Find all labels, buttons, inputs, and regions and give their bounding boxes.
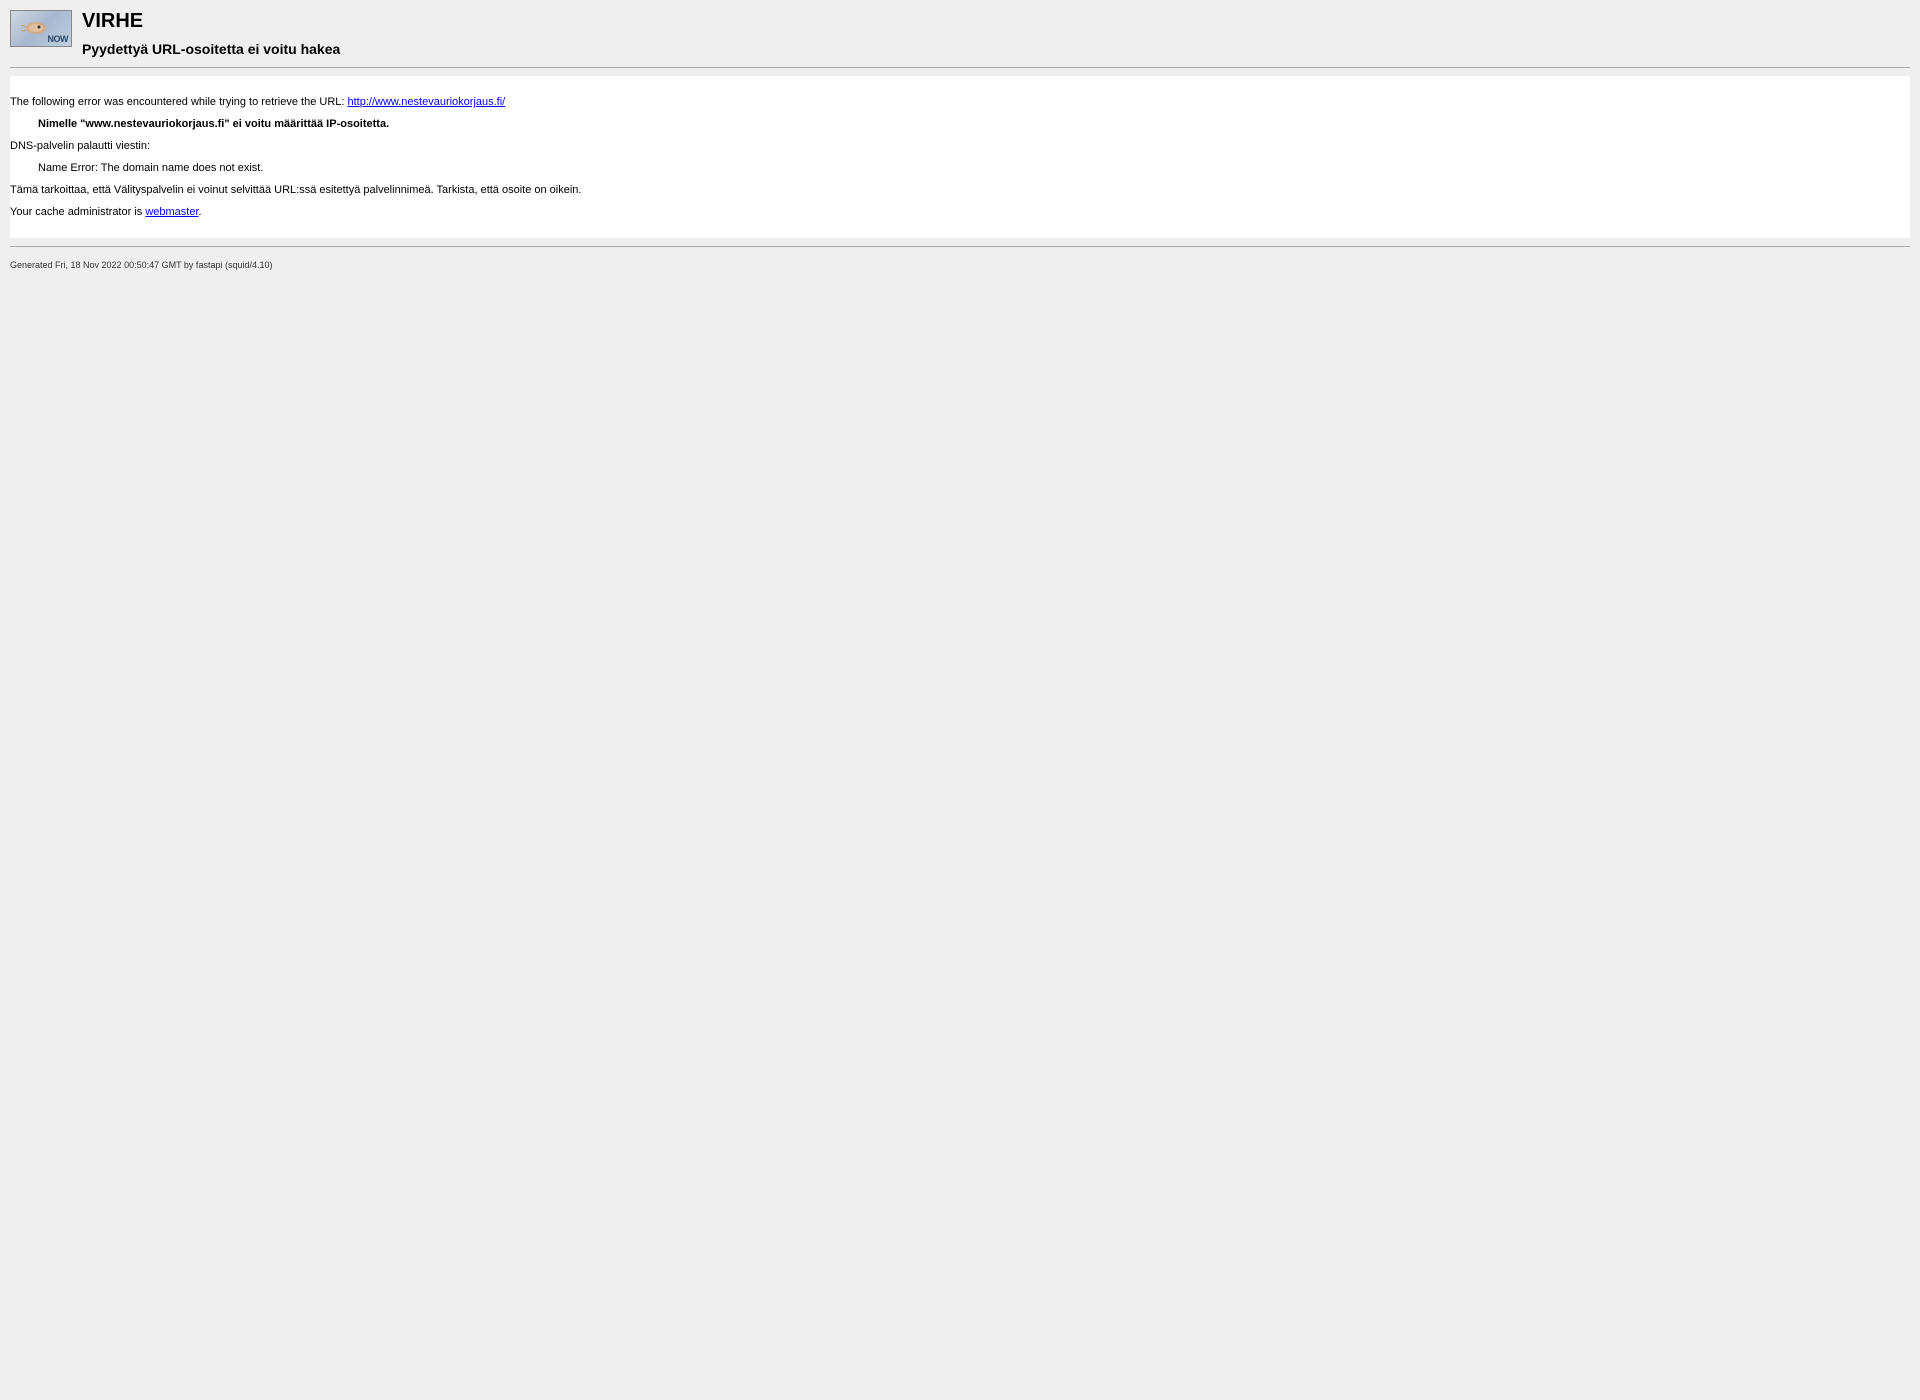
intro-paragraph: The following error was encountered whil… — [10, 96, 1910, 108]
error-header: NOW VIRHE Pyydettyä URL-osoitetta ei voi… — [10, 10, 1910, 57]
footer: Generated Fri, 18 Nov 2022 00:50:47 GMT … — [10, 255, 1910, 275]
admin-text: Your cache administrator is — [10, 206, 145, 218]
generated-timestamp: Generated Fri, 18 Nov 2022 00:50:47 GMT … — [10, 260, 272, 270]
divider-bottom — [10, 246, 1910, 247]
webmaster-link[interactable]: webmaster — [145, 206, 198, 218]
error-content: The following error was encountered whil… — [10, 76, 1910, 238]
intro-text: The following error was encountered whil… — [10, 96, 348, 108]
squid-now-icon: NOW — [10, 10, 72, 47]
dns-label: DNS-palvelin palautti viestin: — [10, 140, 1910, 152]
error-title: VIRHE — [82, 10, 340, 33]
icon-label: NOW — [48, 34, 69, 44]
dns-error-detail: Name Error: The domain name does not exi… — [38, 162, 1910, 174]
explanation-text: Tämä tarkoittaa, että Välityspalvelin ei… — [10, 184, 1910, 196]
admin-paragraph: Your cache administrator is webmaster. — [10, 206, 1910, 218]
error-message-bold: Nimelle "www.nestevauriokorjaus.fi" ei v… — [38, 118, 1910, 130]
error-subtitle: Pyydettyä URL-osoitetta ei voitu hakea — [82, 41, 340, 57]
divider-top — [10, 67, 1910, 68]
header-text-block: VIRHE Pyydettyä URL-osoitetta ei voitu h… — [82, 10, 340, 57]
requested-url-link[interactable]: http://www.nestevauriokorjaus.fi/ — [348, 96, 506, 108]
admin-suffix: . — [199, 206, 202, 218]
